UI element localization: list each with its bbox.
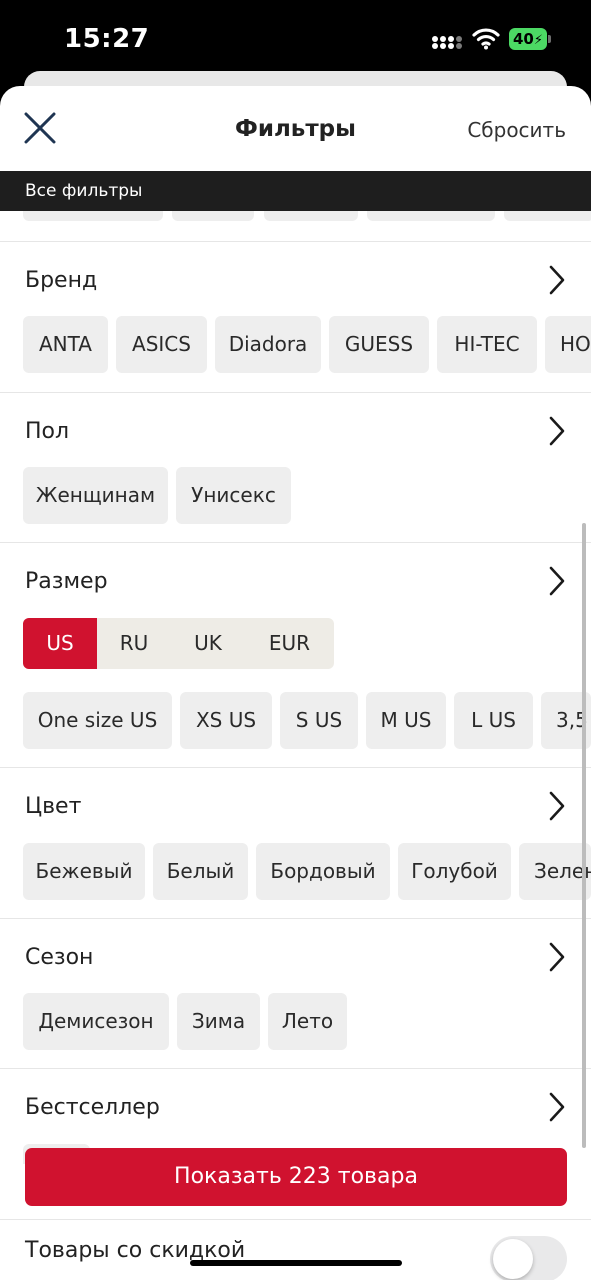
section-title-season: Сезон bbox=[25, 945, 94, 970]
section-title-bestseller: Бестселлер bbox=[25, 1095, 160, 1120]
reset-button[interactable]: Сбросить bbox=[467, 118, 566, 142]
show-results-button[interactable]: Показать 223 товара bbox=[25, 1148, 567, 1206]
peek-chip bbox=[264, 211, 358, 221]
section-title-brand: Бренд bbox=[25, 268, 98, 293]
chip-brand[interactable]: ANTA bbox=[23, 316, 108, 373]
peek-chip bbox=[504, 211, 591, 221]
chip-gender[interactable]: Женщинам bbox=[23, 467, 168, 524]
divider bbox=[0, 767, 591, 768]
chip-brand[interactable]: Diadora bbox=[215, 316, 321, 373]
discount-toggle[interactable] bbox=[490, 1236, 567, 1280]
chip-size[interactable]: M US bbox=[366, 692, 446, 749]
chip-season[interactable]: Зима bbox=[177, 993, 260, 1050]
chevron-right-icon[interactable] bbox=[547, 415, 567, 447]
peek-chip bbox=[23, 211, 163, 221]
size-system-toggle: US RU UK EUR bbox=[23, 618, 334, 669]
chevron-right-icon[interactable] bbox=[547, 264, 567, 296]
chevron-right-icon[interactable] bbox=[547, 1091, 567, 1123]
chip-color[interactable]: Белый bbox=[153, 843, 248, 900]
chip-gender[interactable]: Унисекс bbox=[176, 467, 291, 524]
status-bar: 15:27 40⚡ bbox=[0, 0, 591, 80]
all-filters-label: Все фильтры bbox=[0, 171, 591, 211]
battery-icon: 40⚡ bbox=[509, 28, 551, 50]
size-system-ru[interactable]: RU bbox=[97, 618, 171, 669]
size-system-uk[interactable]: UK bbox=[171, 618, 245, 669]
chip-season[interactable]: Демисезон bbox=[23, 993, 169, 1050]
chip-season[interactable]: Лето bbox=[268, 993, 347, 1050]
signal-icon bbox=[432, 30, 464, 49]
chevron-right-icon[interactable] bbox=[547, 941, 567, 973]
size-system-us[interactable]: US bbox=[23, 618, 97, 669]
filters-list[interactable]: Бренд ANTA ASICS Diadora GUESS HI-TEC HO… bbox=[0, 211, 591, 1280]
chip-size[interactable]: One size US bbox=[23, 692, 172, 749]
scrollbar[interactable] bbox=[582, 523, 586, 1148]
filters-sheet: Фильтры Сбросить Все фильтры Бренд ANTA … bbox=[0, 86, 591, 1280]
chevron-right-icon[interactable] bbox=[547, 565, 567, 597]
chip-brand[interactable]: HI-TEC bbox=[437, 316, 537, 373]
divider bbox=[0, 918, 591, 919]
sheet-header: Фильтры Сбросить bbox=[0, 86, 591, 171]
chip-color[interactable]: Бежевый bbox=[23, 843, 145, 900]
chip-color[interactable]: Бордовый bbox=[256, 843, 390, 900]
chip-size[interactable]: L US bbox=[454, 692, 533, 749]
chevron-right-icon[interactable] bbox=[547, 790, 567, 822]
divider bbox=[0, 1219, 591, 1220]
home-indicator bbox=[190, 1260, 402, 1266]
section-title-size: Размер bbox=[25, 569, 108, 594]
wifi-icon bbox=[472, 28, 500, 50]
peek-chip bbox=[172, 211, 254, 221]
chip-brand[interactable]: HO bbox=[545, 316, 591, 373]
divider bbox=[0, 392, 591, 393]
battery-level: 40 bbox=[513, 30, 534, 48]
size-system-eur[interactable]: EUR bbox=[245, 618, 334, 669]
status-time: 15:27 bbox=[64, 24, 150, 54]
chip-size[interactable]: S US bbox=[280, 692, 358, 749]
chip-brand[interactable]: GUESS bbox=[329, 316, 429, 373]
peek-chip bbox=[367, 211, 495, 221]
chip-color[interactable]: Зелен bbox=[519, 843, 591, 900]
chip-color[interactable]: Голубой bbox=[398, 843, 511, 900]
section-title-color: Цвет bbox=[25, 794, 82, 819]
section-title-gender: Пол bbox=[25, 419, 70, 444]
chip-brand[interactable]: ASICS bbox=[116, 316, 207, 373]
toggle-knob bbox=[493, 1239, 533, 1279]
divider bbox=[0, 542, 591, 543]
chip-size[interactable]: XS US bbox=[180, 692, 272, 749]
divider bbox=[0, 1068, 591, 1069]
divider bbox=[0, 241, 591, 242]
